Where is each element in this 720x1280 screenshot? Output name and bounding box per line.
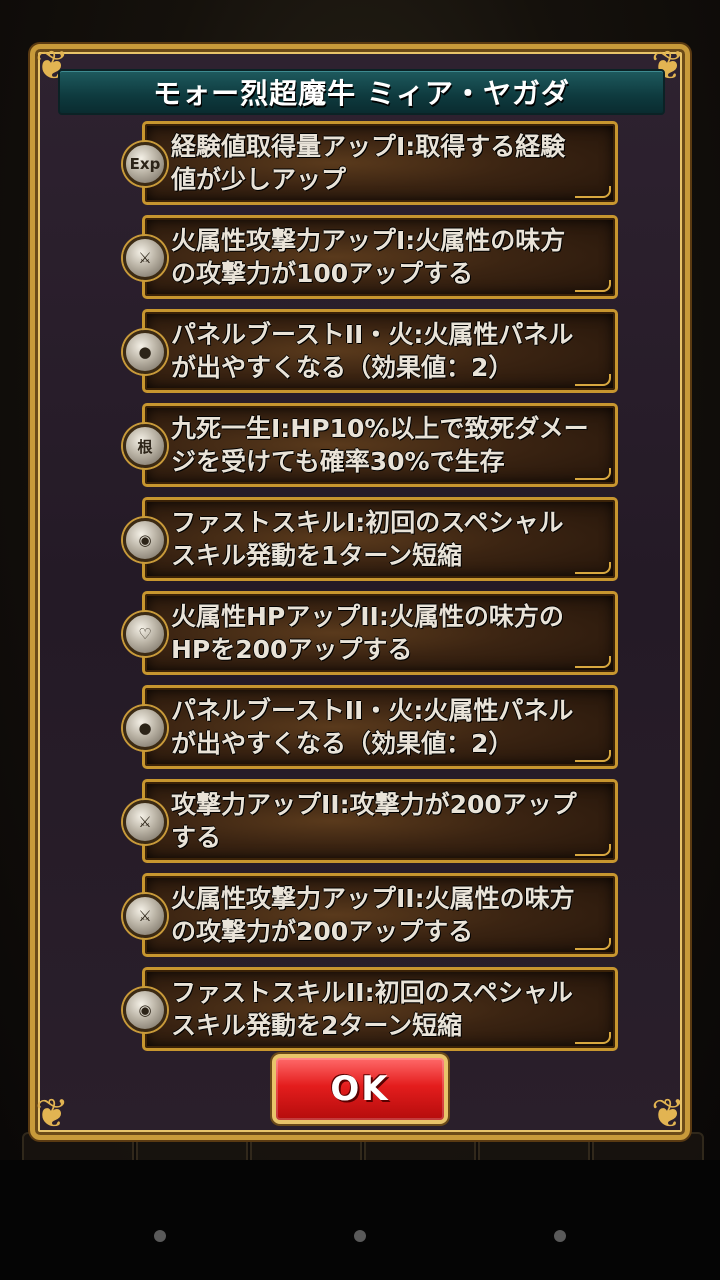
- ok-button-label: OK: [330, 1069, 390, 1109]
- attack-up-icon: ⚔: [123, 894, 167, 938]
- skill-description: 攻撃力アップII:攻撃力が200アップ する: [171, 790, 577, 852]
- attack-up-icon: ⚔: [123, 236, 167, 280]
- skill-list: Exp 経験値取得量アップI:取得する経験 値が少しアップ ⚔ 火属性攻撃力アッ…: [118, 121, 618, 1061]
- ornament-corner-icon: ❦: [35, 1091, 69, 1137]
- skill-description: パネルブーストII・火:火属性パネル が出やすくなる（効果値：2）: [171, 320, 574, 382]
- skill-description: 火属性HPアップII:火属性の味方の HPを200アップする: [171, 602, 564, 664]
- skill-row: Exp 経験値取得量アップI:取得する経験 値が少しアップ: [123, 121, 618, 205]
- attack-up-icon: ⚔: [123, 800, 167, 844]
- nav-recents-dot[interactable]: [554, 1230, 566, 1242]
- ok-button[interactable]: OK: [272, 1054, 448, 1124]
- exp-icon: Exp: [123, 142, 167, 186]
- dialog-title-bar: モォー烈超魔牛 ミィア・ヤガダ: [58, 69, 665, 115]
- skill-row: ♡ 火属性HPアップII:火属性の味方の HPを200アップする: [123, 591, 618, 675]
- skill-description: パネルブーストII・火:火属性パネル が出やすくなる（効果値：2）: [171, 696, 574, 758]
- panel-orb-icon: ●: [123, 706, 167, 750]
- skill-description: 経験値取得量アップI:取得する経験 値が少しアップ: [171, 132, 566, 194]
- skill-row: ◉ ファストスキルI:初回のスペシャル スキル発動を1ターン短縮: [123, 497, 618, 581]
- fast-skill-icon: ◉: [123, 518, 167, 562]
- dialog-title: モォー烈超魔牛 ミィア・ヤガダ: [153, 77, 570, 110]
- ornament-corner-icon: ❦: [651, 1091, 685, 1137]
- hp-up-icon: ♡: [123, 612, 167, 656]
- skill-row: ● パネルブーストII・火:火属性パネル が出やすくなる（効果値：2）: [123, 309, 618, 393]
- skill-row: ⚔ 火属性攻撃力アップII:火属性の味方 の攻撃力が200アップする: [123, 873, 618, 957]
- skill-row: ⚔ 攻撃力アップII:攻撃力が200アップ する: [123, 779, 618, 863]
- skill-row: ● パネルブーストII・火:火属性パネル が出やすくなる（効果値：2）: [123, 685, 618, 769]
- skill-row: 根 九死一生I:HP10%以上で致死ダメー ジを受けても確率30%で生存: [123, 403, 618, 487]
- panel-orb-icon: ●: [123, 330, 167, 374]
- skill-row: ⚔ 火属性攻撃力アップI:火属性の味方 の攻撃力が100アップする: [123, 215, 618, 299]
- skill-description: ファストスキルII:初回のスペシャル スキル発動を2ターン短縮: [171, 978, 573, 1040]
- skill-row: ◉ ファストスキルII:初回のスペシャル スキル発動を2ターン短縮: [123, 967, 618, 1051]
- nav-back-dot[interactable]: [154, 1230, 166, 1242]
- system-navigation-bar: [0, 1160, 720, 1280]
- skill-description: ファストスキルI:初回のスペシャル スキル発動を1ターン短縮: [171, 508, 564, 570]
- skill-description: 火属性攻撃力アップII:火属性の味方 の攻撃力が200アップする: [171, 884, 575, 946]
- nav-home-dot[interactable]: [354, 1230, 366, 1242]
- guts-icon: 根: [123, 424, 167, 468]
- skill-description: 九死一生I:HP10%以上で致死ダメー ジを受けても確率30%で生存: [171, 414, 589, 476]
- skill-description: 火属性攻撃力アップI:火属性の味方 の攻撃力が100アップする: [171, 226, 566, 288]
- fast-skill-icon: ◉: [123, 988, 167, 1032]
